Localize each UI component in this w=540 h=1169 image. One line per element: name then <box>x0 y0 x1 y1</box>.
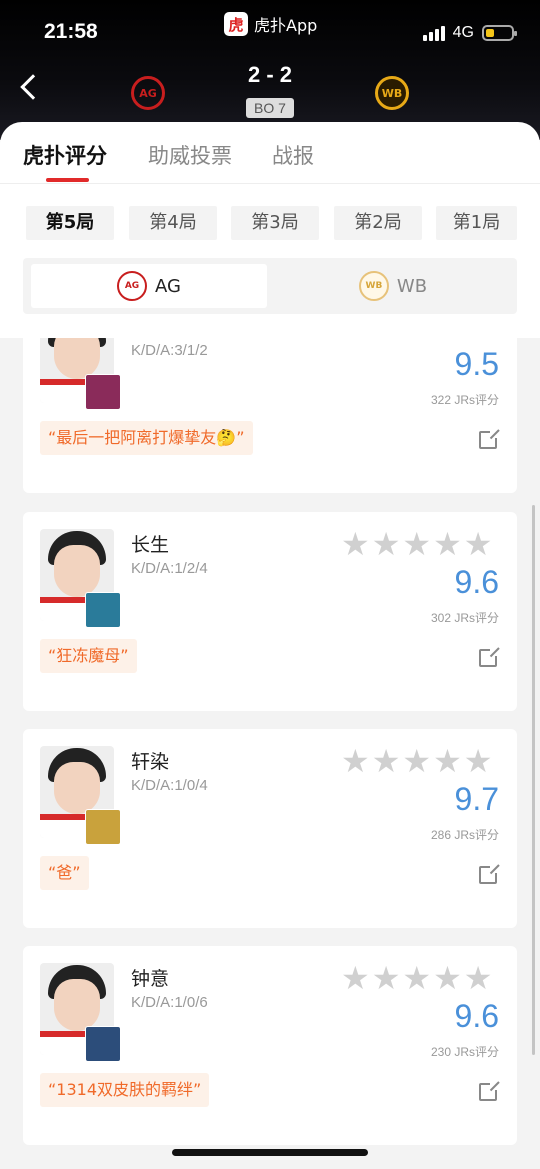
wb-logo-icon: WB <box>358 271 389 301</box>
share-icon[interactable] <box>479 646 500 667</box>
rating-count: 322 JRs评分 <box>430 393 499 407</box>
player-card[interactable]: 长生 K/D/A:1/2/4 ★ ★ ★ ★ ★ 9.6 302 JRs评分 “狂冻魔母… <box>23 512 517 711</box>
game-tab-2[interactable]: 第2局 <box>334 206 422 240</box>
main-tabs: 虎扑评分 助威投票 战报 <box>0 122 540 184</box>
rating-count: 230 JRs评分 <box>430 1045 499 1059</box>
star-icon[interactable]: ★ <box>433 745 462 777</box>
player-card[interactable]: K/D/A:3/1/2 9.5 322 JRs评分 “最后一把阿离打爆挚友🤔” <box>23 338 517 493</box>
game-tab-1[interactable]: 第1局 <box>436 206 517 240</box>
hero-icon <box>85 1026 121 1062</box>
battery-icon <box>482 25 517 41</box>
team-ag-logo[interactable]: AG <box>131 76 165 110</box>
star-rating-input[interactable]: ★ ★ ★ ★ ★ <box>341 745 492 777</box>
team-button-ag[interactable]: AG AG <box>31 264 267 308</box>
team-name: AG <box>155 275 181 297</box>
team-switch: AG AG WB WB <box>23 258 517 314</box>
game-tab-3[interactable]: 第3局 <box>231 206 319 240</box>
tab-hupu-rating[interactable]: 虎扑评分 <box>23 140 107 170</box>
scrollbar[interactable] <box>532 505 535 1055</box>
star-icon[interactable]: ★ <box>341 528 370 560</box>
star-icon[interactable]: ★ <box>372 528 401 560</box>
star-rating-input[interactable]: ★ ★ ★ ★ ★ <box>341 962 492 994</box>
player-rating: 9.6 <box>454 998 499 1034</box>
star-icon[interactable]: ★ <box>402 528 431 560</box>
player-rating: 9.5 <box>454 346 499 382</box>
team-button-wb[interactable]: WB WB <box>275 264 511 308</box>
rating-count: 286 JRs评分 <box>430 828 499 842</box>
top-comment[interactable]: “爸” <box>40 856 89 890</box>
star-icon[interactable]: ★ <box>341 962 370 994</box>
tab-indicator <box>46 178 89 182</box>
status-time: 21:58 <box>44 20 98 43</box>
star-rating-input[interactable]: ★ ★ ★ ★ ★ <box>341 528 492 560</box>
rating-count: 302 JRs评分 <box>430 611 499 625</box>
match-format-badge: BO 7 <box>246 98 294 118</box>
home-indicator[interactable] <box>172 1149 368 1156</box>
tab-support-vote[interactable]: 助威投票 <box>148 140 232 170</box>
share-icon[interactable] <box>479 863 500 884</box>
player-rating-list: K/D/A:3/1/2 9.5 322 JRs评分 “最后一把阿离打爆挚友🤔” … <box>0 338 540 1169</box>
hero-icon <box>85 809 121 845</box>
signal-icon <box>422 25 445 41</box>
ag-logo-icon: AG <box>117 271 148 301</box>
star-icon[interactable]: ★ <box>402 745 431 777</box>
share-icon[interactable] <box>479 428 500 449</box>
star-icon[interactable]: ★ <box>433 962 462 994</box>
team-wb-logo[interactable]: WB <box>375 76 409 110</box>
status-indicators: 4G <box>422 24 517 42</box>
top-comment[interactable]: “狂冻魔母” <box>40 639 137 673</box>
network-label: 4G <box>452 24 474 41</box>
share-icon[interactable] <box>479 1080 500 1101</box>
game-tab-4[interactable]: 第4局 <box>129 206 217 240</box>
player-kda: K/D/A:1/0/6 <box>131 994 208 1011</box>
player-kda: K/D/A:1/2/4 <box>131 560 208 577</box>
star-icon[interactable]: ★ <box>402 962 431 994</box>
star-icon[interactable]: ★ <box>372 962 401 994</box>
player-card[interactable]: 轩染 K/D/A:1/0/4 ★ ★ ★ ★ ★ 9.7 286 JRs评分 “爸” <box>23 729 517 928</box>
star-icon[interactable]: ★ <box>372 745 401 777</box>
player-name: 轩染 <box>131 751 170 773</box>
app-badge[interactable]: 虎 虎扑App <box>224 12 317 36</box>
player-kda: K/D/A:1/0/4 <box>131 777 208 794</box>
player-name: 长生 <box>131 534 170 556</box>
star-icon[interactable]: ★ <box>341 745 370 777</box>
star-icon[interactable]: ★ <box>464 745 493 777</box>
player-card[interactable]: 钟意 K/D/A:1/0/6 ★ ★ ★ ★ ★ 9.6 230 JRs评分 “1314… <box>23 946 517 1145</box>
back-icon[interactable] <box>20 74 46 100</box>
star-icon[interactable]: ★ <box>464 528 493 560</box>
game-tab-5[interactable]: 第5局 <box>26 206 114 240</box>
app-name: 虎扑App <box>254 16 318 35</box>
team-name: WB <box>396 275 428 297</box>
player-kda: K/D/A:3/1/2 <box>131 342 208 359</box>
player-rating: 9.6 <box>454 564 499 600</box>
hupu-logo-icon: 虎 <box>224 12 248 36</box>
top-comment[interactable]: “1314双皮肤的羁绊” <box>40 1073 210 1107</box>
hero-icon <box>85 592 121 628</box>
hero-icon <box>85 374 121 410</box>
match-score: 2 - 2 <box>247 62 293 87</box>
star-icon[interactable]: ★ <box>464 962 493 994</box>
star-icon[interactable]: ★ <box>433 528 462 560</box>
player-name: 钟意 <box>131 968 170 990</box>
match-header: 21:58 虎 虎扑App 4G AG 2 - 2 BO 7 WB <box>0 0 540 140</box>
content-sheet: 虎扑评分 助威投票 战报 第5局 第4局 第3局 第2局 第1局 AG AG W… <box>0 122 540 1169</box>
tab-battle-report[interactable]: 战报 <box>272 140 314 170</box>
player-rating: 9.7 <box>454 781 499 817</box>
top-comment[interactable]: “最后一把阿离打爆挚友🤔” <box>40 421 253 455</box>
